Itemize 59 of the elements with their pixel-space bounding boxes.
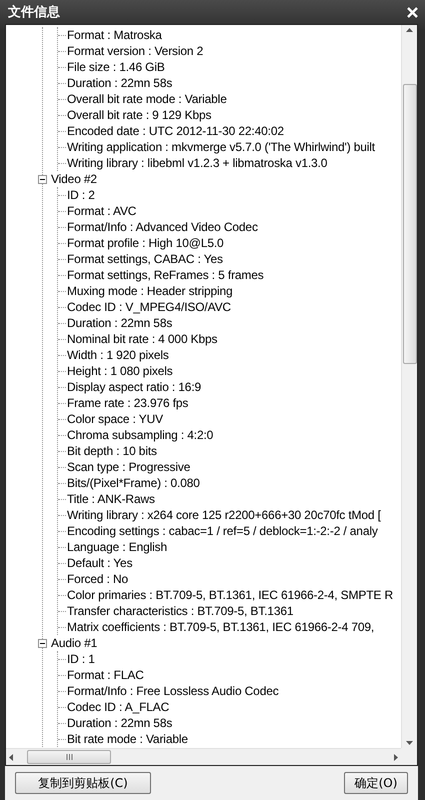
vertical-scrollbar-thumb[interactable] — [403, 84, 417, 364]
tree-group[interactable]: Video #2 — [50, 172, 97, 186]
collapse-toggle[interactable] — [38, 638, 47, 648]
scroll-down-arrow[interactable] — [406, 739, 413, 746]
tree-item[interactable]: Overall bit rate mode : Variable — [66, 92, 227, 106]
tree-item[interactable]: Format : FLAC — [66, 668, 144, 682]
tree-item[interactable]: Duration : 22mn 58s — [66, 316, 172, 330]
collapse-toggle[interactable] — [38, 174, 47, 184]
tree-item[interactable]: Width : 1 920 pixels — [66, 348, 169, 362]
tree-item[interactable]: Format settings, ReFrames : 5 frames — [66, 268, 264, 282]
tree-item[interactable]: Format : Matroska — [66, 28, 162, 42]
tree-item[interactable]: Overall bit rate : 9 129 Kbps — [66, 108, 212, 122]
tree-item[interactable]: Muxing mode : Header stripping — [66, 284, 233, 298]
tree-item[interactable]: Format settings, CABAC : Yes — [66, 252, 223, 266]
scroll-left-arrow[interactable] — [8, 754, 15, 760]
ok-button[interactable]: 确定(O) — [344, 772, 408, 794]
tree-item[interactable]: Bit rate mode : Variable — [66, 732, 188, 746]
tree-item[interactable]: Transfer characteristics : BT.709-5, BT.1361 — [66, 604, 294, 618]
tree-item[interactable]: Scan type : Progressive — [66, 460, 190, 474]
tree-item[interactable]: Bit depth : 10 bits — [66, 444, 157, 458]
tree-item[interactable]: Chroma subsampling : 4:2:0 — [66, 428, 214, 442]
tree-item[interactable]: Display aspect ratio : 16:9 — [66, 380, 202, 394]
tree-item[interactable]: Encoding settings : cabac=1 / ref=5 / deblock=1:-2:-2 / analy — [66, 524, 378, 538]
tree-item[interactable]: Codec ID : V_MPEG4/ISO/AVC — [66, 300, 231, 314]
tree-item[interactable]: Encoded date : UTC 2012-11-30 22:40:02 — [66, 124, 284, 138]
scroll-up-arrow[interactable] — [406, 27, 413, 34]
grip-icon — [66, 754, 72, 760]
tree-item[interactable]: Bits/(Pixel*Frame) : 0.080 — [66, 476, 200, 490]
tree-item[interactable]: Default : Yes — [66, 556, 132, 570]
window-title: 文件信息 — [8, 3, 60, 21]
tree-item[interactable]: Duration : 22mn 58s — [66, 716, 172, 730]
close-button[interactable] — [405, 5, 419, 19]
tree-item[interactable]: Language : English — [66, 540, 168, 554]
tree-item[interactable]: Nominal bit rate : 4 000 Kbps — [66, 332, 218, 346]
tree-group[interactable]: Audio #1 — [50, 636, 98, 650]
tree-item[interactable]: Frame rate : 23.976 fps — [66, 396, 188, 410]
scroll-right-arrow[interactable] — [392, 754, 399, 760]
tree-item[interactable]: Format/Info : Advanced Video Codec — [66, 220, 258, 234]
tree-item[interactable]: File size : 1.46 GiB — [66, 60, 165, 74]
close-icon — [406, 6, 418, 18]
tree-item[interactable]: Format version : Version 2 — [66, 44, 204, 58]
tree-item[interactable]: ID : 1 — [66, 652, 95, 666]
tree-item[interactable]: Writing library : libebml v1.2.3 + libmatroska v1.3.0 — [66, 156, 328, 170]
tree-item[interactable]: Duration : 22mn 58s — [66, 76, 172, 90]
tree-item[interactable]: Codec ID : A_FLAC — [66, 700, 170, 714]
copy-button[interactable]: 复制到剪贴板(C) — [15, 772, 151, 794]
tree-item[interactable]: Forced : No — [66, 572, 128, 586]
tree-item[interactable]: Format profile : High 10@L5.0 — [66, 236, 224, 250]
tree-item[interactable]: ID : 2 — [66, 188, 95, 202]
tree-item[interactable]: Format : AVC — [66, 204, 136, 218]
tree-item[interactable]: Title : ANK-Raws — [66, 492, 155, 506]
tree-item[interactable]: Writing application : mkvmerge v5.7.0 ('The Whirlwind') built — [66, 140, 375, 154]
horizontal-scrollbar-thumb[interactable] — [27, 750, 111, 764]
tree-item[interactable]: Color primaries : BT.709-5, BT.1361, IEC 61966-2-4, SMPTE R — [66, 588, 393, 602]
tree-item[interactable]: Height : 1 080 pixels — [66, 364, 173, 378]
tree-item[interactable]: Format/Info : Free Lossless Audio Codec — [66, 684, 279, 698]
tree-item[interactable]: Color space : YUV — [66, 412, 163, 426]
tree-item[interactable]: Matrix coefficients : BT.709-5, BT.1361, IEC 61966-2-4 709, — [66, 620, 374, 634]
tree-item[interactable]: Writing library : x264 core 125 r2200+666+30 20c70fc tMod [ — [66, 508, 381, 522]
